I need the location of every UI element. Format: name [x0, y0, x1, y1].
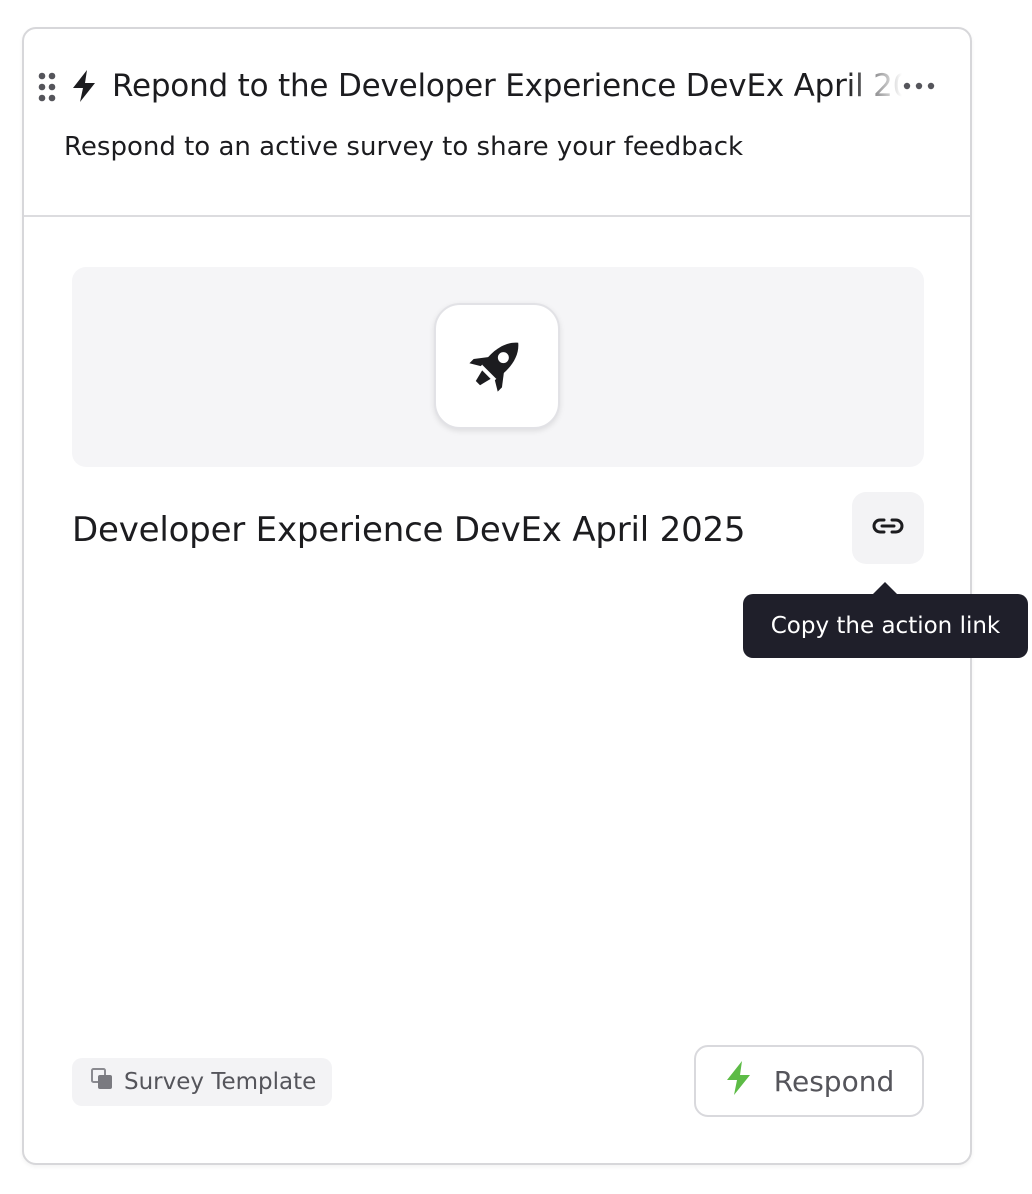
card-title: Repond to the Developer Experience DevEx… [112, 68, 902, 104]
tooltip-arrow [873, 582, 897, 594]
tooltip-text: Copy the action link [770, 613, 1001, 639]
card-subtitle: Respond to an active survey to share you… [64, 132, 744, 162]
bolt-icon [70, 69, 98, 103]
survey-title: Developer Experience DevEx April 2025 [72, 510, 746, 550]
card-header: Repond to the Developer Experience DevEx… [24, 29, 970, 217]
more-options-icon[interactable] [902, 75, 936, 97]
tag-label: Survey Template [124, 1069, 317, 1095]
rocket-icon [464, 331, 530, 401]
copy-link-button[interactable] [852, 492, 924, 564]
copy-link-tooltip: Copy the action link [743, 582, 1028, 658]
respond-button-label: Respond [773, 1064, 895, 1098]
drag-handle-icon[interactable] [38, 72, 56, 102]
bolt-icon [724, 1060, 752, 1103]
link-icon [870, 514, 906, 542]
copy-icon [90, 1067, 114, 1097]
survey-banner [72, 267, 924, 467]
respond-button[interactable]: Respond [694, 1045, 924, 1117]
survey-icon-tile [434, 303, 560, 429]
survey-template-tag: Survey Template [72, 1058, 333, 1106]
